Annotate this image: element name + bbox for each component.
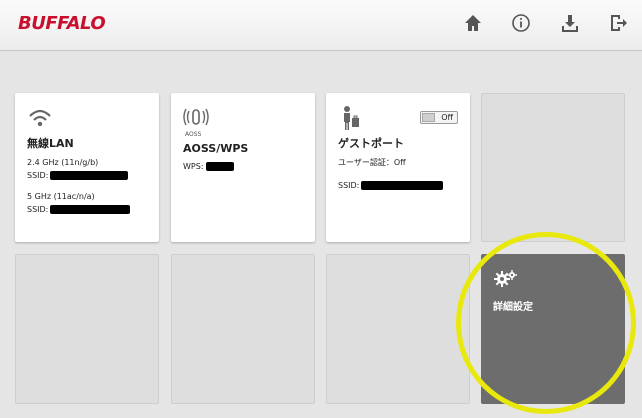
ssid-5-row: SSID:: [27, 204, 147, 215]
ssid-label: SSID:: [27, 171, 49, 180]
logout-icon[interactable]: [608, 13, 628, 33]
redacted-ssid: [50, 205, 131, 214]
empty-tile: [481, 93, 625, 242]
tile-title: AOSS/WPS: [183, 142, 249, 155]
tile-title: ゲストポート: [338, 137, 404, 150]
ssid-24-row: SSID:: [27, 170, 147, 181]
buffalo-logo: BUFFALO: [18, 13, 106, 34]
guest-ssid-row: SSID:: [338, 180, 458, 191]
guest-port-toggle[interactable]: Off: [420, 111, 458, 124]
wifi-icon: [29, 109, 51, 127]
info-icon[interactable]: [511, 13, 531, 33]
tile-title: 無線LAN: [27, 137, 74, 150]
redacted-ssid: [50, 171, 129, 180]
home-icon[interactable]: [463, 13, 483, 33]
band-5-label: 5 GHz (11ac/n/a): [27, 192, 95, 201]
empty-tile: [171, 254, 315, 404]
tile-title: 詳細設定: [493, 302, 533, 313]
user-auth-status: ユーザー認証：Off: [338, 158, 406, 167]
redacted-ssid: [361, 181, 444, 190]
guest-person-icon: [344, 106, 359, 130]
ssid-label: SSID:: [27, 205, 49, 214]
advanced-settings-tile[interactable]: 詳細設定: [481, 254, 625, 404]
gears-icon: [494, 270, 517, 287]
top-bar: BUFFALO: [0, 0, 642, 51]
empty-tile: [15, 254, 159, 404]
aoss-wps-tile[interactable]: AOSS AOSS/WPS WPS:: [171, 93, 315, 242]
redacted-wps: [205, 162, 234, 171]
empty-tile: [326, 254, 470, 404]
band-24-label: 2.4 GHz (11n/g/b): [27, 158, 99, 167]
aoss-caption: AOSS: [185, 131, 202, 138]
aoss-icon: [183, 108, 209, 126]
wps-row: WPS:: [183, 161, 303, 172]
download-icon[interactable]: [560, 13, 580, 33]
toggle-knob: [422, 113, 435, 122]
guest-port-tile[interactable]: Off ゲストポート ユーザー認証：Off SSID:: [326, 93, 470, 242]
ssid-label: SSID:: [338, 181, 360, 190]
wps-label: WPS:: [183, 162, 204, 171]
wireless-lan-tile[interactable]: 無線LAN 2.4 GHz (11n/g/b) SSID: 5 GHz (11a…: [15, 93, 159, 242]
toggle-label: Off: [441, 113, 453, 122]
